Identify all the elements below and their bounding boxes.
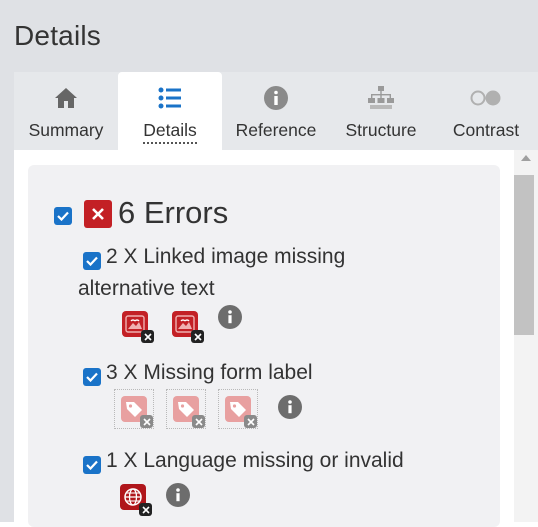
linked-image-info-icon[interactable] xyxy=(218,305,242,329)
details-content: 6 Errors 2 X Linked image missing altern… xyxy=(14,150,538,527)
tab-summary-label: Summary xyxy=(28,120,104,140)
form-label-error-icon[interactable] xyxy=(218,389,258,429)
item-language-text: 1 X Language missing or invalid xyxy=(106,449,404,472)
errors-checkbox[interactable] xyxy=(54,207,72,225)
item-linked-image-checkbox[interactable] xyxy=(83,252,101,270)
form-label-error-icon[interactable] xyxy=(166,389,206,429)
info-circle-icon xyxy=(256,84,296,112)
panel-title: Details xyxy=(14,20,101,51)
tab-details[interactable]: Details xyxy=(118,72,222,152)
item-language-checkbox[interactable] xyxy=(83,456,101,474)
details-panel: Details Summary Details Reference Struct… xyxy=(0,0,538,527)
item-linked-image-line2: alternative text xyxy=(78,277,215,300)
home-icon xyxy=(46,84,86,112)
item-linked-image-line1: 2 X Linked image missing xyxy=(106,245,346,268)
language-error-icon[interactable] xyxy=(114,478,154,518)
tab-reference-label: Reference xyxy=(235,120,317,140)
tab-summary[interactable]: Summary xyxy=(14,72,118,150)
contrast-toggle-icon xyxy=(466,84,506,112)
tab-contrast-label: Contrast xyxy=(452,120,520,140)
list-icon xyxy=(150,84,190,112)
errors-header: 6 Errors xyxy=(118,195,229,230)
linked-image-error-icon[interactable] xyxy=(166,305,206,345)
sitemap-icon xyxy=(361,84,401,112)
tab-structure[interactable]: Structure xyxy=(334,72,428,150)
form-label-error-icon[interactable] xyxy=(114,389,154,429)
tab-bar: Summary Details Reference Structure Cont… xyxy=(14,72,538,152)
tab-details-label: Details xyxy=(143,120,197,144)
form-label-info-icon[interactable] xyxy=(278,395,302,419)
error-x-icon xyxy=(84,200,112,228)
tab-contrast[interactable]: Contrast xyxy=(436,72,536,150)
errors-card: 6 Errors 2 X Linked image missing altern… xyxy=(28,165,500,527)
scrollbar-thumb[interactable] xyxy=(514,175,534,335)
scrollbar[interactable] xyxy=(514,150,538,522)
scroll-up-arrow-icon[interactable] xyxy=(521,155,531,161)
tab-structure-label: Structure xyxy=(345,120,417,140)
item-form-label-checkbox[interactable] xyxy=(83,368,101,386)
linked-image-error-icon[interactable] xyxy=(116,305,156,345)
item-form-label-text: 3 X Missing form label xyxy=(106,361,313,384)
language-info-icon[interactable] xyxy=(166,483,190,507)
tab-reference[interactable]: Reference xyxy=(226,72,326,150)
